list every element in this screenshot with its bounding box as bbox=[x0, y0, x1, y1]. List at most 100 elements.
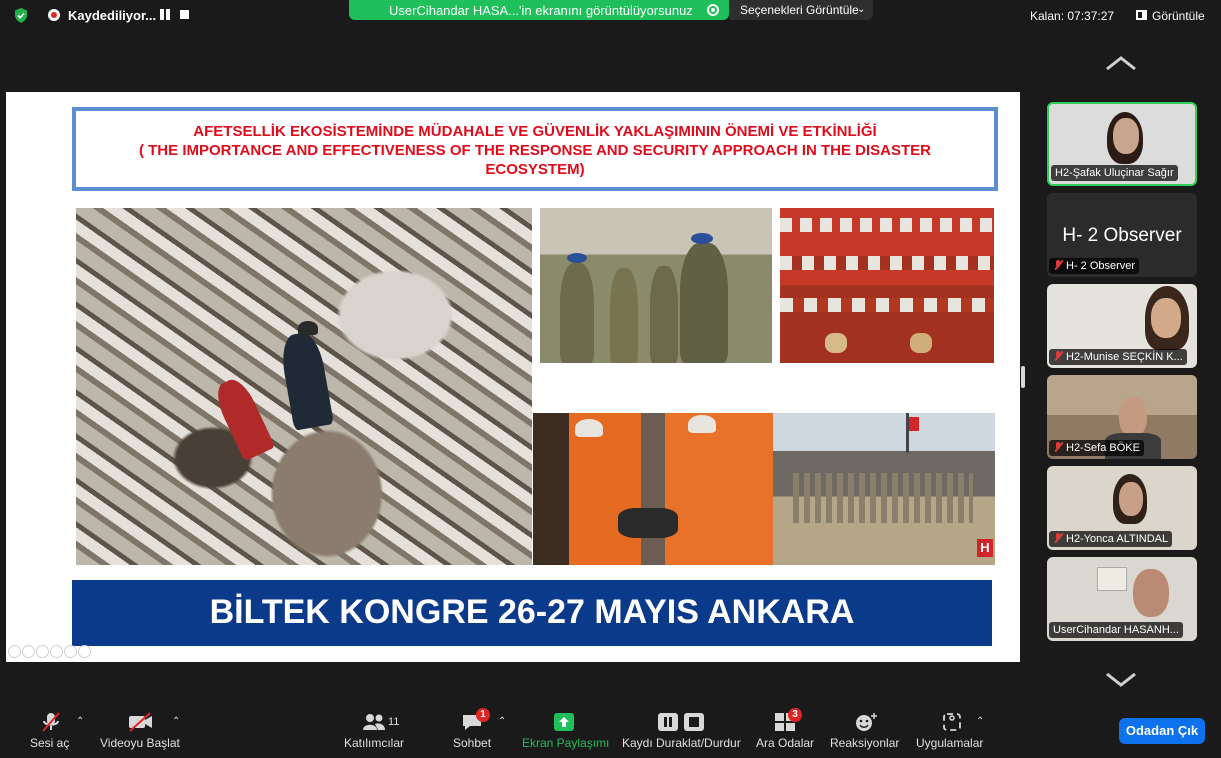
more-icon[interactable] bbox=[78, 645, 91, 658]
layout-icon bbox=[1136, 10, 1147, 20]
next-slide-icon[interactable] bbox=[22, 645, 35, 658]
slide-title-line-3: ECOSYSTEM) bbox=[485, 161, 585, 178]
view-options-button[interactable]: Seçenekleri Görüntüle ⌄ bbox=[729, 0, 873, 20]
zoom-meeting-window: Kaydediliyor... UserCihandar HASA...'in … bbox=[0, 0, 1221, 758]
participant-tile[interactable]: H2-Yonca ALTINDAL bbox=[1047, 466, 1197, 550]
share-message: UserCihandar HASA...'in ekranını görüntü… bbox=[389, 3, 693, 18]
apps-icon bbox=[943, 713, 961, 731]
shared-screen-slide: AFETSELLİK EKOSİSTEMİNDE MÜDAHALE VE GÜV… bbox=[6, 92, 1020, 662]
participant-face bbox=[1133, 569, 1169, 617]
breakout-rooms-label: Ara Odalar bbox=[756, 736, 815, 750]
soldier-figure bbox=[610, 268, 638, 363]
helmet-row bbox=[780, 256, 994, 270]
wall-frame bbox=[1097, 567, 1127, 591]
previous-slide-icon[interactable] bbox=[8, 645, 21, 658]
participant-tile[interactable]: H2-Sefa BÖKE bbox=[1047, 375, 1197, 459]
recording-icon bbox=[48, 9, 60, 21]
pause-recording-icon[interactable] bbox=[159, 9, 171, 20]
share-screen-button[interactable]: Ekran Paylaşımı bbox=[520, 704, 610, 758]
rescuer-figure bbox=[278, 330, 334, 431]
participant-tile[interactable]: UserCihandar HASANH... bbox=[1047, 557, 1197, 641]
photo-earthquake-rubble bbox=[76, 208, 532, 565]
participant-name: H- 2 Observer bbox=[1049, 258, 1140, 274]
chevron-up-icon[interactable]: ⌃ bbox=[498, 716, 506, 727]
view-options-label: Seçenekleri Görüntüle bbox=[740, 3, 859, 17]
start-video-button[interactable]: ⌃ Videoyu Başlat bbox=[98, 704, 190, 758]
chat-button[interactable]: 1 ⌃ Sohbet bbox=[452, 704, 512, 758]
helmet bbox=[688, 415, 716, 433]
photo-rescue-team-group bbox=[780, 208, 994, 363]
participant-name: H2-Munise SEÇKİN K... bbox=[1049, 349, 1187, 365]
start-video-label: Videoyu Başlat bbox=[100, 736, 180, 750]
photo-jandarma-rescue bbox=[533, 413, 773, 565]
pause-stop-recording-label: Kaydı Duraklat/Durdur bbox=[622, 736, 741, 750]
participant-face bbox=[1151, 298, 1181, 338]
rescue-dog bbox=[825, 333, 847, 353]
breakout-rooms-button[interactable]: 3 Ara Odalar bbox=[754, 704, 818, 758]
rescue-dog bbox=[910, 333, 932, 353]
participant-name: UserCihandar HASANH... bbox=[1049, 622, 1183, 638]
soldier-row bbox=[793, 473, 973, 523]
soldier-figure bbox=[680, 243, 728, 363]
recording-label: Kaydediliyor... bbox=[68, 8, 157, 23]
emoji-icon bbox=[856, 713, 877, 731]
participant-display-name: H- 2 Observer bbox=[1062, 225, 1182, 246]
news-logo: H bbox=[977, 539, 993, 557]
chevron-up-icon[interactable] bbox=[1105, 55, 1137, 71]
unmute-button[interactable]: ⌃ Sesi aç bbox=[22, 704, 92, 758]
survivor bbox=[618, 508, 678, 538]
share-screen-icon bbox=[554, 713, 574, 731]
slide-controls[interactable] bbox=[8, 645, 92, 659]
zoom-icon[interactable] bbox=[64, 645, 77, 658]
video-off-icon bbox=[129, 712, 152, 732]
participant-tile[interactable]: H- 2 Observer H- 2 Observer bbox=[1047, 193, 1197, 277]
helmet bbox=[575, 419, 603, 437]
muted-mic-icon bbox=[1053, 260, 1063, 270]
pen-icon[interactable] bbox=[36, 645, 49, 658]
leave-meeting-button[interactable]: Odadan Çık bbox=[1119, 718, 1205, 744]
helmet-row bbox=[780, 218, 994, 232]
participant-count: 11 bbox=[388, 716, 400, 728]
chevron-up-icon[interactable]: ⌃ bbox=[172, 716, 180, 727]
panel-resize-handle[interactable] bbox=[1021, 366, 1025, 388]
reactions-button[interactable]: Reaksiyonlar bbox=[828, 704, 902, 758]
slide-title-box: AFETSELLİK EKOSİSTEMİNDE MÜDAHALE VE GÜV… bbox=[72, 107, 998, 191]
slide-title-line-2: ( THE IMPORTANCE AND EFFECTIVENESS OF TH… bbox=[138, 142, 931, 159]
participants-icon bbox=[363, 714, 385, 730]
helmet bbox=[298, 321, 318, 335]
participant-tile[interactable]: H2-Munise SEÇKİN K... bbox=[1047, 284, 1197, 368]
banner-text: BİLTEK KONGRE 26-27 MAYIS ANKARA bbox=[209, 593, 855, 631]
stop-recording-icon[interactable] bbox=[180, 10, 189, 19]
top-bar: Kaydediliyor... UserCihandar HASA...'in … bbox=[0, 0, 1221, 30]
share-status-icon bbox=[707, 4, 719, 16]
screen-share-banner: UserCihandar HASA...'in ekranını görüntü… bbox=[349, 0, 729, 20]
participant-name: H2-Şafak Uluçinar Sağır bbox=[1051, 165, 1178, 181]
rescuer-figure bbox=[210, 374, 276, 462]
participants-button[interactable]: 11 Katılımcılar bbox=[342, 704, 406, 758]
congress-banner: BİLTEK KONGRE 26-27 MAYIS ANKARA bbox=[72, 580, 992, 646]
pause-stop-icon bbox=[658, 713, 704, 731]
muted-mic-icon bbox=[1053, 533, 1063, 543]
share-screen-label: Ekran Paylaşımı bbox=[522, 736, 610, 750]
soldier-figure bbox=[650, 266, 678, 363]
beret bbox=[691, 233, 713, 244]
participant-tile[interactable]: H2-Şafak Uluçinar Sağır bbox=[1047, 102, 1197, 186]
muted-mic-icon bbox=[1053, 442, 1063, 452]
slide-title-line-1: AFETSELLİK EKOSİSTEMİNDE MÜDAHALE VE GÜV… bbox=[193, 123, 877, 140]
photo-gendarmerie-soldiers bbox=[540, 208, 772, 363]
remaining-time: Kalan: 07:37:27 bbox=[1030, 9, 1115, 23]
view-label: Görüntüle bbox=[1152, 9, 1205, 23]
breakout-badge: 3 bbox=[788, 708, 802, 722]
chevron-up-icon[interactable]: ⌃ bbox=[76, 716, 84, 727]
participant-name: H2-Yonca ALTINDAL bbox=[1049, 531, 1173, 547]
pause-stop-recording-button[interactable]: Kaydı Duraklat/Durdur bbox=[620, 704, 744, 758]
chevron-up-icon[interactable]: ⌃ bbox=[976, 716, 984, 727]
chevron-down-icon[interactable] bbox=[1105, 672, 1137, 688]
shield-icon[interactable] bbox=[14, 8, 28, 23]
meeting-toolbar: ⌃ Sesi aç ⌃ Videoyu Başlat 11 Katılımcıl… bbox=[0, 704, 1221, 758]
participant-face bbox=[1113, 118, 1139, 154]
slides-icon[interactable] bbox=[50, 645, 63, 658]
participant-face bbox=[1119, 397, 1147, 437]
chat-label: Sohbet bbox=[453, 736, 492, 750]
apps-button[interactable]: ⌃ Uygulamalar bbox=[912, 704, 988, 758]
